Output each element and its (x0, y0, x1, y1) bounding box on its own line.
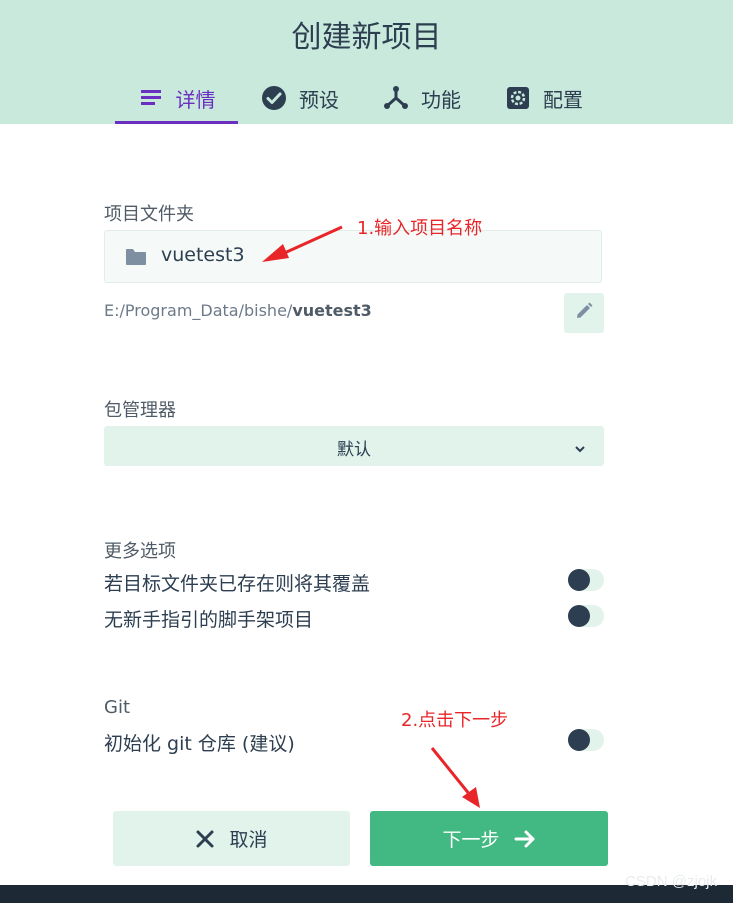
annotation-step-1: 1.输入项目名称 (357, 218, 483, 239)
annotation-arrow-1 (279, 225, 343, 257)
annotation-arrows (262, 225, 480, 808)
watermark: CSDN @zjojk (625, 873, 717, 890)
annotation-arrow-2 (430, 747, 472, 796)
annotation-step-2: 2.点击下一步 (401, 710, 509, 731)
footer-bar (0, 885, 733, 903)
annotation-arrowhead-1 (262, 244, 289, 262)
